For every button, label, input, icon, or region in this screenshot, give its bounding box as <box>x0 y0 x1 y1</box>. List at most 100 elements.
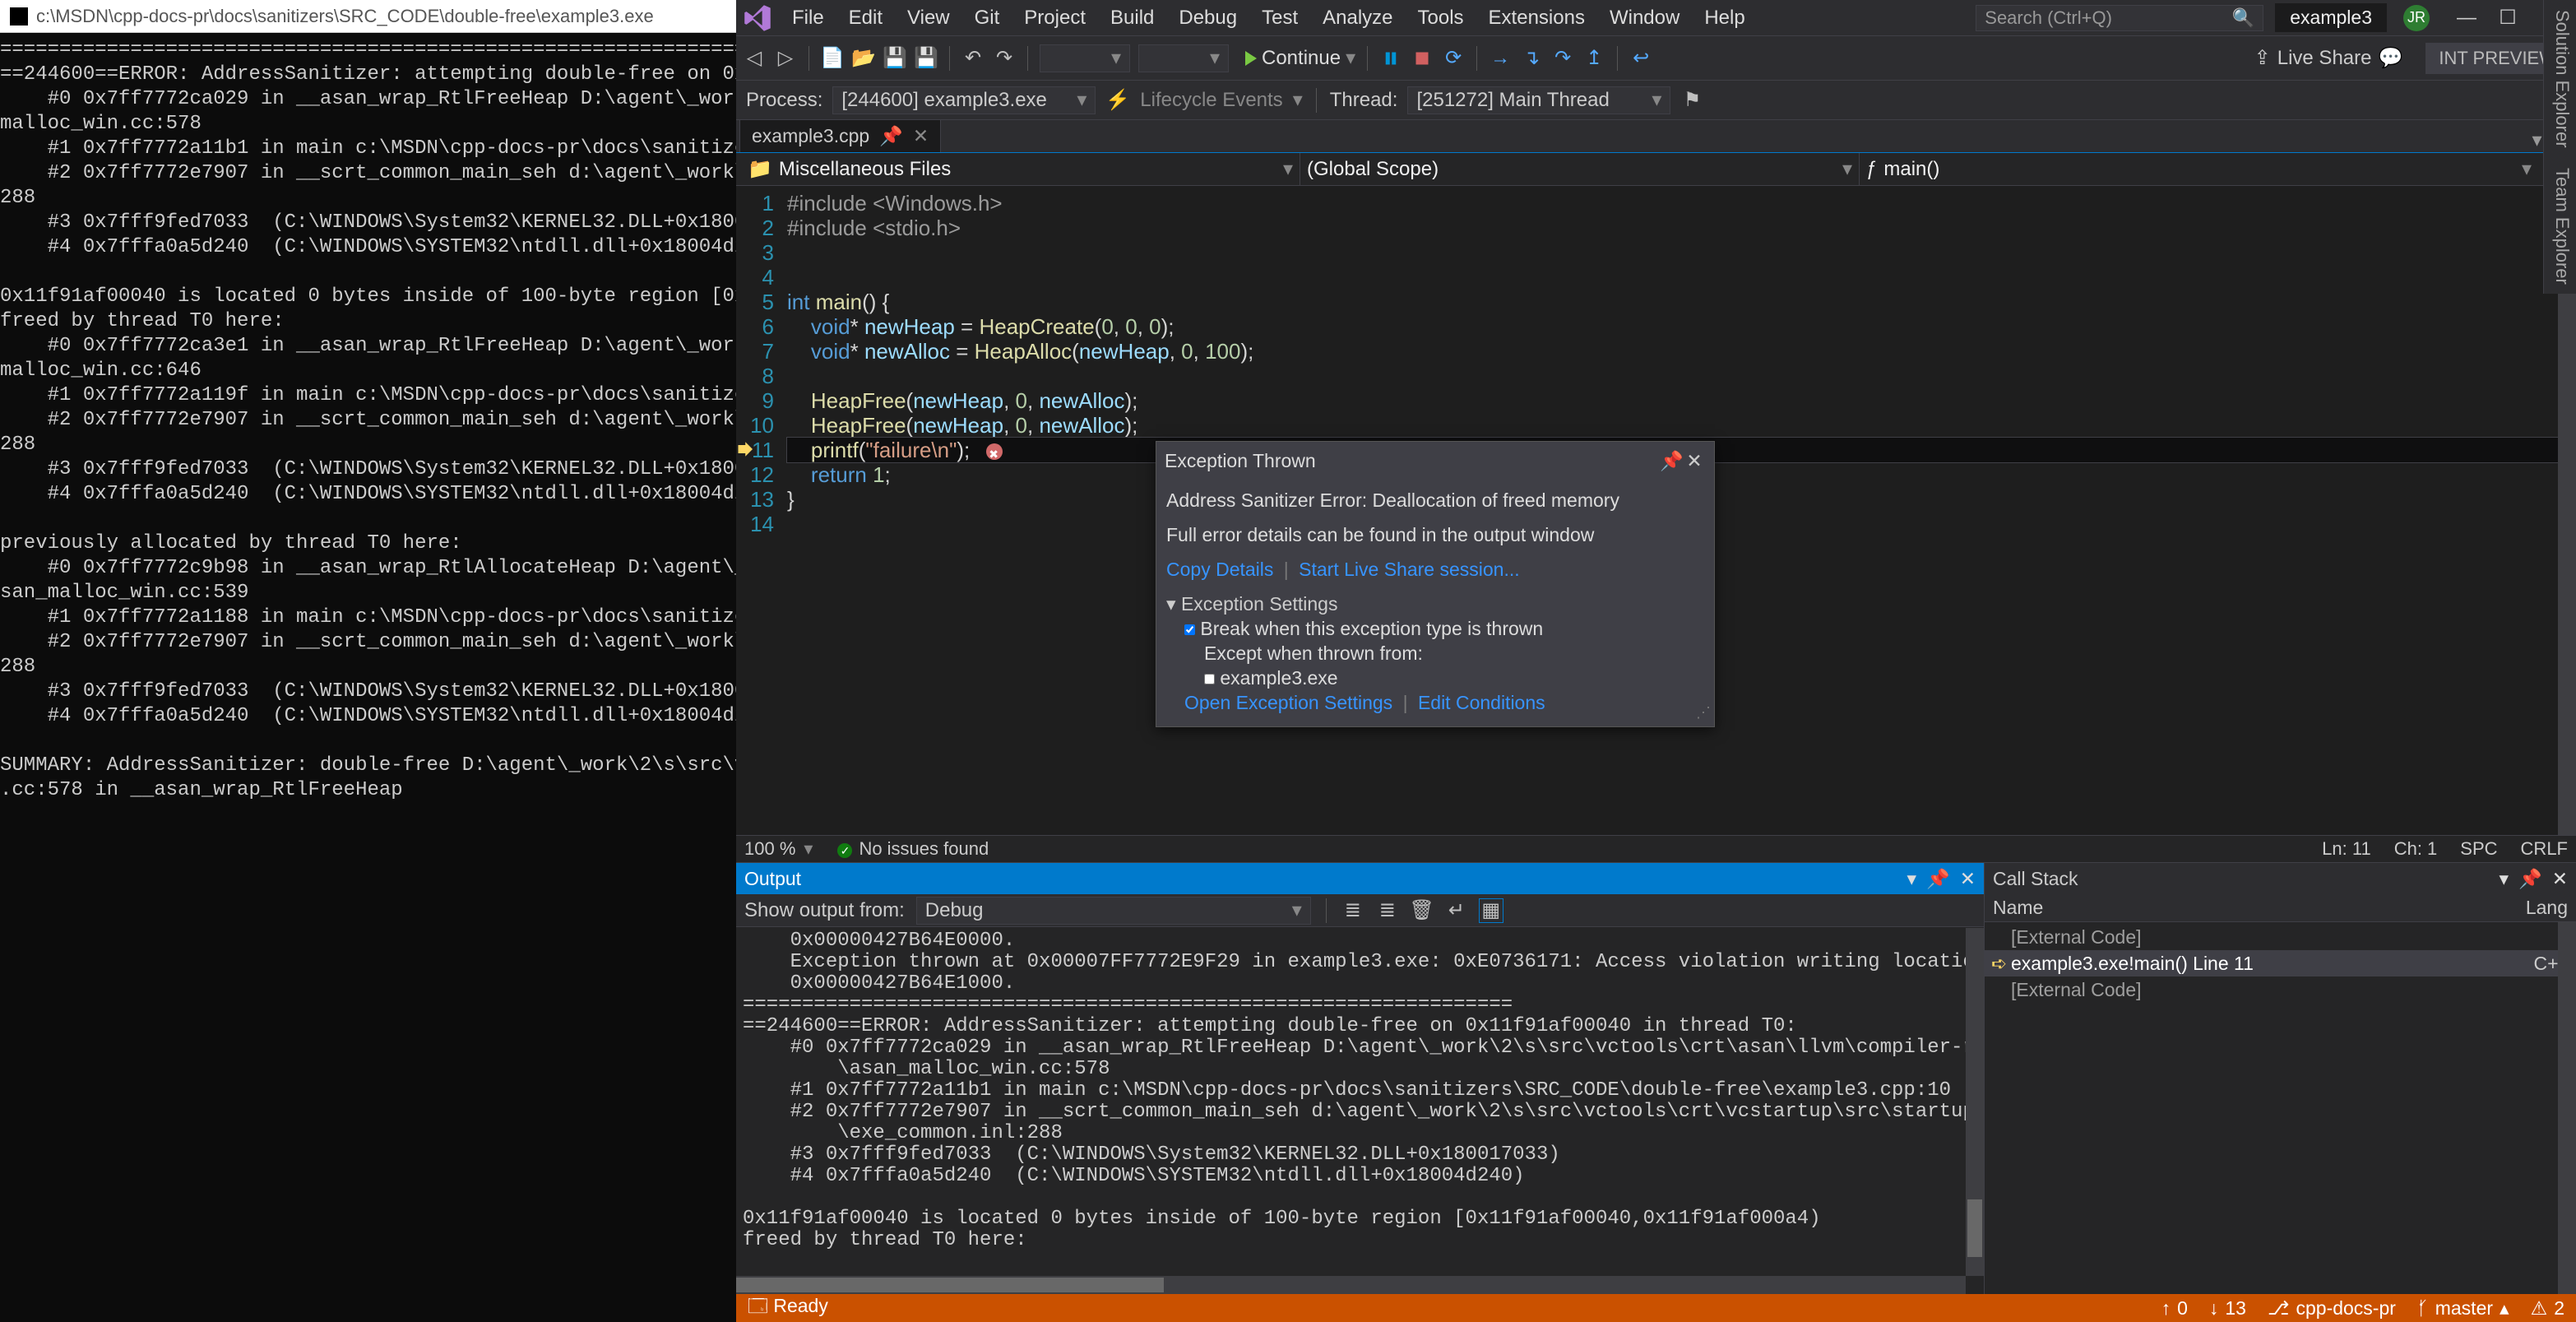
output-text[interactable]: 0x00000427B64E0000. Exception thrown at … <box>736 927 1984 1294</box>
new-project-icon[interactable]: 📄 <box>821 47 844 70</box>
prev-icon[interactable]: ≣ <box>1376 899 1399 922</box>
collapse-icon[interactable]: ▾ <box>1166 593 1176 615</box>
callstack-row[interactable]: ➪example3.exe!main() Line 11C++ <box>1985 950 2576 976</box>
restart-icon[interactable]: ⟳ <box>1442 47 1465 70</box>
edit-conditions-link[interactable]: Edit Conditions <box>1418 692 1545 713</box>
solution-name[interactable]: example3 <box>2275 3 2387 32</box>
autohide-icon[interactable]: 📌 <box>1926 868 1950 890</box>
repo-name[interactable]: ⎇ cpp-docs-pr <box>2268 1297 2396 1320</box>
window-position-icon[interactable]: ▾ <box>1907 868 1917 890</box>
lifecycle-icon[interactable]: ⚡ <box>1105 88 1130 112</box>
thread-combo[interactable]: [251272] Main Thread▾ <box>1407 86 1670 114</box>
side-rail-team-explorer[interactable]: Team Explorer <box>2543 158 2576 295</box>
step-over-icon[interactable]: ↷ <box>1551 47 1574 70</box>
menu-help[interactable]: Help <box>1693 2 1756 35</box>
resize-grip-icon[interactable]: ⋰ <box>1696 700 1711 725</box>
open-exception-settings-link[interactable]: Open Exception Settings <box>1184 692 1392 713</box>
callstack-header[interactable]: Name Lang <box>1985 894 2576 922</box>
pin-icon[interactable]: 📌 <box>879 125 903 147</box>
branch-name[interactable]: ᚶ master ▴ <box>2417 1297 2509 1320</box>
nav-back-icon[interactable]: ◁ <box>743 47 766 70</box>
save-icon[interactable]: 💾 <box>883 47 906 70</box>
undo-icon[interactable]: ↶ <box>961 47 985 70</box>
vs-titlebar[interactable]: FileEditViewGitProjectBuildDebugTestAnal… <box>736 0 2576 36</box>
step-into-icon[interactable]: ↴ <box>1520 47 1543 70</box>
menu-tools[interactable]: Tools <box>1406 2 1476 35</box>
status-line[interactable]: Ln: 11 <box>2322 838 2371 860</box>
output-titlebar[interactable]: Output ▾ 📌 ✕ <box>736 863 1984 894</box>
error-glyph-icon[interactable] <box>986 443 1003 460</box>
continue-button[interactable]: Continue ▾ <box>1245 46 1355 70</box>
nav-fwd-icon[interactable]: ▷ <box>774 47 797 70</box>
menu-extensions[interactable]: Extensions <box>1477 2 1596 35</box>
exception-detail-hint: Full error details can be found in the o… <box>1166 522 1704 547</box>
except-from-label: Except when thrown from: <box>1166 641 1704 666</box>
close-tab-icon[interactable]: ✕ <box>913 125 929 147</box>
code-editor[interactable]: 1234567891011121314 #include <Windows.h>… <box>736 186 2576 835</box>
nav-project-combo[interactable]: 📁 Miscellaneous Files ▾ <box>741 153 1300 185</box>
document-tab[interactable]: example3.cpp 📌 ✕ <box>739 119 941 152</box>
console-titlebar[interactable]: c:\MSDN\cpp-docs-pr\docs\sanitizers\SRC_… <box>0 0 736 33</box>
stack-frame-icon[interactable]: ⚑ <box>1680 89 1703 112</box>
break-all-icon[interactable] <box>1379 47 1402 70</box>
console-output[interactable]: ========================================… <box>0 33 736 1322</box>
close-panel-icon[interactable]: ✕ <box>1960 868 1976 890</box>
platform-combo[interactable]: ▾ <box>1138 44 1229 72</box>
menu-project[interactable]: Project <box>1012 2 1097 35</box>
callstack-titlebar[interactable]: Call Stack ▾ 📌 ✕ <box>1985 863 2576 894</box>
maximize-button[interactable]: ☐ <box>2487 3 2528 33</box>
window-position-icon[interactable]: ▾ <box>2500 868 2509 890</box>
start-liveshare-link[interactable]: Start Live Share session... <box>1299 559 1519 580</box>
process-combo[interactable]: [244600] example3.exe▾ <box>832 86 1096 114</box>
autohide-icon[interactable]: 📌 <box>2518 868 2542 890</box>
open-icon[interactable]: 📂 <box>852 47 875 70</box>
show-next-stmt-icon[interactable]: → <box>1489 47 1512 70</box>
stop-debug-icon[interactable] <box>1411 47 1434 70</box>
feedback-icon[interactable]: 💬 <box>2378 46 2402 70</box>
output-source-combo[interactable]: Debug▾ <box>916 897 1311 925</box>
nav-scope-combo[interactable]: (Global Scope) ▾ <box>1300 153 1860 185</box>
output-scrollbar-vertical[interactable] <box>1966 928 1984 1276</box>
menu-window[interactable]: Window <box>1598 2 1691 35</box>
quick-search[interactable]: Search (Ctrl+Q) 🔍 <box>1976 5 2263 31</box>
menu-edit[interactable]: Edit <box>837 2 894 35</box>
close-popup-icon[interactable]: ✕ <box>1683 448 1706 473</box>
menu-analyze[interactable]: Analyze <box>1311 2 1404 35</box>
menu-git[interactable]: Git <box>963 2 1012 35</box>
find-icon[interactable]: ≣ <box>1341 899 1364 922</box>
clear-icon[interactable]: 🗑 <box>1411 899 1434 922</box>
lifecycle-label[interactable]: Lifecycle Events <box>1140 89 1282 112</box>
output-scrollbar-horizontal[interactable] <box>736 1276 1966 1294</box>
zoom-combo[interactable]: 100 % <box>744 838 795 860</box>
step-out-icon[interactable]: ↥ <box>1582 47 1605 70</box>
status-indent[interactable]: SPC <box>2460 838 2497 860</box>
callstack-panel: Call Stack ▾ 📌 ✕ Name Lang <box>1984 863 2576 1294</box>
menu-build[interactable]: Build <box>1099 2 1165 35</box>
redo-icon[interactable]: ↷ <box>993 47 1016 70</box>
commits-down[interactable]: ↓ 13 <box>2209 1297 2246 1320</box>
toggle-icon[interactable]: ▦ <box>1480 899 1503 922</box>
save-all-icon[interactable]: 💾 <box>915 47 938 70</box>
nav-func-combo[interactable]: ƒ main() ▾ <box>1860 153 2538 185</box>
config-combo[interactable]: ▾ <box>1040 44 1130 72</box>
menu-view[interactable]: View <box>896 2 961 35</box>
wordwrap-icon[interactable]: ↵ <box>1445 899 1468 922</box>
status-ready: 🗔 Ready <box>748 1292 828 1322</box>
pin-icon[interactable]: 📌 <box>1660 448 1683 473</box>
menu-test[interactable]: Test <box>1250 2 1309 35</box>
live-share-label[interactable]: Live Share <box>2277 47 2372 70</box>
tab-dropdown-icon[interactable]: ▾ <box>2532 128 2541 152</box>
user-badge[interactable]: JR <box>2403 5 2430 31</box>
side-rail-solution-explorer[interactable]: Solution Explorer <box>2543 0 2576 158</box>
callstack-row[interactable]: [External Code] <box>1985 924 2576 950</box>
minimize-button[interactable]: — <box>2446 3 2487 33</box>
callstack-row[interactable]: [External Code] <box>1985 976 2576 1003</box>
menu-debug[interactable]: Debug <box>1167 2 1249 35</box>
step-back-icon[interactable]: ↩ <box>1629 47 1652 70</box>
status-col[interactable]: Ch: 1 <box>2394 838 2438 860</box>
menu-file[interactable]: File <box>781 2 836 35</box>
commits-up[interactable]: ↑ 0 <box>2161 1297 2188 1320</box>
copy-details-link[interactable]: Copy Details <box>1166 559 1273 580</box>
except-example3-checkbox[interactable] <box>1204 674 1215 684</box>
break-when-thrown-checkbox[interactable] <box>1184 624 1195 635</box>
